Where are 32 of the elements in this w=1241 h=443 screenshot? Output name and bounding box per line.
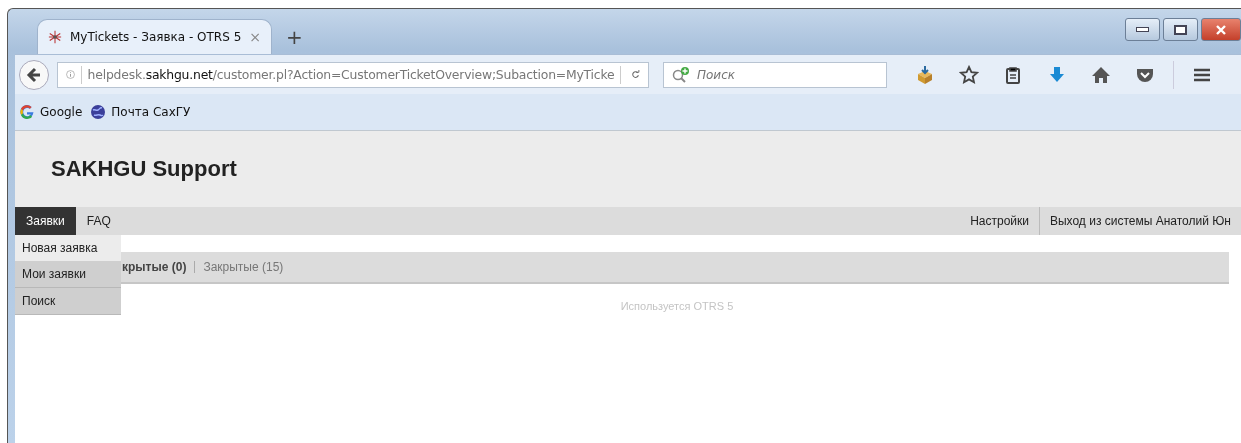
close-button[interactable] (1201, 18, 1241, 41)
nav-item[interactable]: FAQ (75, 207, 122, 235)
new-tab-button[interactable]: + (286, 24, 303, 49)
nav-link[interactable]: Настройки (960, 207, 1039, 235)
address-bar[interactable]: helpdesk.sakhgu.net/customer.pl?Action=CustomerTicketOverview;Subaction=MyTicke (57, 61, 649, 88)
search-field[interactable]: Поиск (663, 61, 887, 88)
clipboard-icon[interactable] (1003, 64, 1023, 85)
minimize-icon (1136, 27, 1149, 32)
filter-link[interactable]: крытые (0) (122, 260, 187, 274)
nav-link[interactable]: Выход из системы Анатолий Юн (1038, 207, 1241, 235)
maximize-icon (1174, 24, 1187, 35)
minimize-button[interactable] (1125, 18, 1160, 41)
box-icon[interactable] (915, 64, 935, 85)
maximize-button[interactable] (1163, 18, 1198, 41)
close-icon (1215, 24, 1227, 35)
info-icon (66, 67, 75, 82)
url-text: helpdesk.sakhgu.net/customer.pl?Action=CustomerTicketOverview;Subaction=MyTicke (87, 67, 615, 82)
nav-item[interactable]: Заявки (15, 207, 76, 235)
globe-icon (90, 104, 107, 120)
menu-item[interactable]: Новая заявка (15, 235, 121, 261)
back-arrow-icon (26, 66, 42, 83)
home-icon[interactable] (1091, 64, 1111, 85)
google-g-icon (19, 104, 35, 120)
star-icon[interactable] (959, 64, 979, 85)
bookmark-item[interactable]: Почта СахГУ (90, 104, 191, 120)
tab-title: MyTickets - Заявка - OTRS 5 (70, 30, 242, 44)
back-button[interactable] (19, 59, 49, 90)
bookmark-item[interactable]: Google (19, 104, 83, 120)
footer-text: Используется OTRS 5 (620, 300, 734, 312)
site-title: SAKHGU Support (51, 156, 237, 182)
asterisk-icon (48, 29, 62, 45)
browser-tab[interactable]: MyTickets - Заявка - OTRS 5 × (37, 19, 272, 54)
